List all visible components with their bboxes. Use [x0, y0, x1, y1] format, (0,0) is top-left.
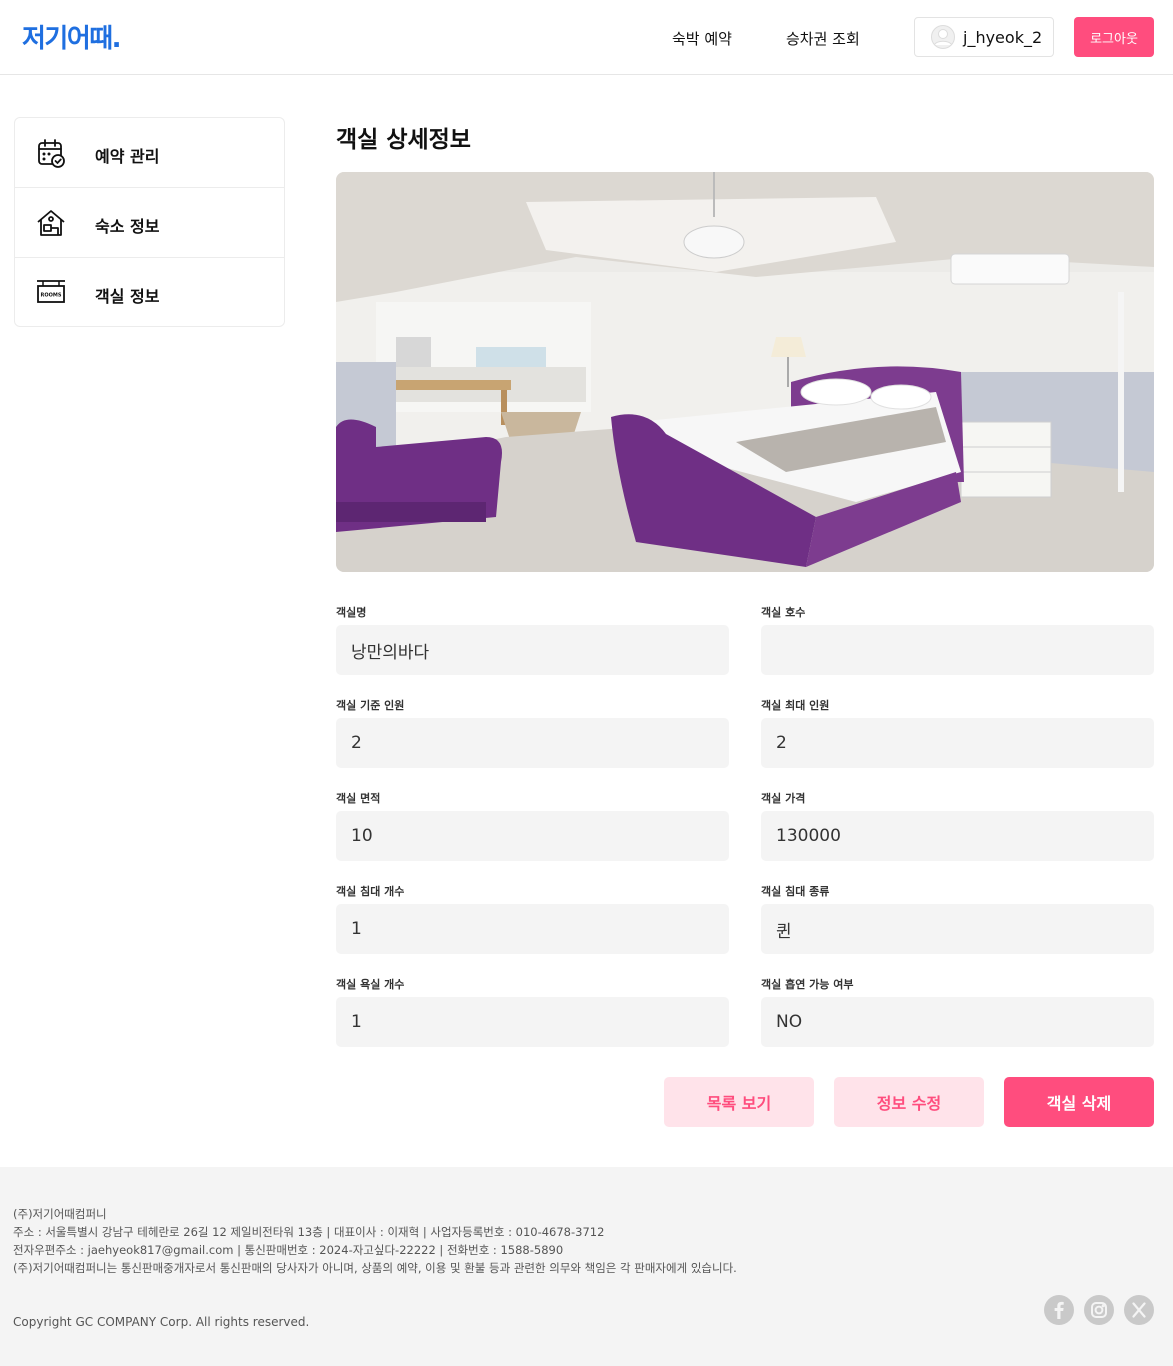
- user-avatar-icon: [931, 25, 955, 49]
- footer-copyright: Copyright GC COMPANY Corp. All rights re…: [13, 1315, 310, 1329]
- room-price-label: 객실 가격: [761, 792, 806, 805]
- bathroom-count-field: 1: [336, 997, 729, 1047]
- view-list-button[interactable]: 목록 보기: [664, 1077, 814, 1127]
- sidebar-item-accommodation-info[interactable]: 숙소 정보: [15, 188, 284, 258]
- room-name-field: 낭만의바다: [336, 625, 729, 675]
- room-number-label: 객실 호수: [761, 606, 806, 619]
- sidebar-item-label: 예약 관리: [95, 147, 160, 166]
- sidebar-item-reservation-management[interactable]: 예약 관리: [15, 118, 284, 188]
- smoking-allowed-label: 객실 흡연 가능 여부: [761, 978, 854, 991]
- page-title: 객실 상세정보: [336, 127, 471, 153]
- x-icon[interactable]: [1124, 1295, 1154, 1325]
- bed-count-label: 객실 침대 개수: [336, 885, 405, 898]
- max-occupancy-field: 2: [761, 718, 1154, 768]
- max-occupancy-label: 객실 최대 인원: [761, 699, 830, 712]
- smoking-allowed-field: NO: [761, 997, 1154, 1047]
- room-area-field: 10: [336, 811, 729, 861]
- bed-type-field: 퀸: [761, 904, 1154, 954]
- standard-occupancy-field: 2: [336, 718, 729, 768]
- standard-occupancy-label: 객실 기준 인원: [336, 699, 405, 712]
- logout-button[interactable]: 로그아웃: [1074, 17, 1154, 57]
- username: j_hyeok_2: [963, 27, 1043, 47]
- brand-logo[interactable]: 저기어때.: [22, 18, 122, 55]
- bed-type-label: 객실 침대 종류: [761, 885, 830, 898]
- room-price-field: 130000: [761, 811, 1154, 861]
- sidebar-item-label: 숙소 정보: [95, 217, 160, 236]
- footer-company-name: (주)저기어때컴퍼니: [13, 1207, 107, 1221]
- room-photo: [336, 172, 1154, 572]
- bed-count-field: 1: [336, 904, 729, 954]
- user-profile-button[interactable]: j_hyeok_2: [914, 17, 1054, 57]
- room-number-field: [761, 625, 1154, 675]
- room-photo-illustration: [336, 172, 1154, 572]
- sidebar-item-label: 객실 정보: [95, 287, 160, 306]
- bathroom-count-label: 객실 욕실 개수: [336, 978, 405, 991]
- calendar-check-icon: [38, 139, 65, 168]
- room-name-label: 객실명: [336, 606, 367, 619]
- house-icon: [37, 210, 65, 236]
- svg-text:ROOMS: ROOMS: [41, 293, 62, 299]
- nav-ticket-lookup[interactable]: 승차권 조회: [786, 28, 860, 49]
- sidebar-menu: 예약 관리 숙소 정보 ROOMS 객실 정보: [14, 117, 285, 327]
- footer-contact: 전자우편주소 : jaehyeok817@gmail.com | 통신판매번호 …: [13, 1243, 564, 1257]
- top-header: 저기어때. 숙박 예약 승차권 조회 j_hyeok_2 로그아웃: [0, 0, 1173, 75]
- footer-address: 주소 : 서울특별시 강남구 테헤란로 26길 12 제일비전타워 13층 | …: [13, 1225, 605, 1239]
- room-area-label: 객실 면적: [336, 792, 381, 805]
- sidebar-item-room-info[interactable]: ROOMS 객실 정보: [15, 258, 284, 328]
- footer-disclaimer: (주)저기어때컴퍼니는 통신판매중개자로서 통신판매의 당사자가 아니며, 상품…: [13, 1261, 737, 1275]
- delete-room-button[interactable]: 객실 삭제: [1004, 1077, 1154, 1127]
- edit-info-button[interactable]: 정보 수정: [834, 1077, 984, 1127]
- facebook-icon[interactable]: [1044, 1295, 1074, 1325]
- nav-accommodation-booking[interactable]: 숙박 예약: [672, 28, 732, 49]
- page-footer: (주)저기어때컴퍼니 주소 : 서울특별시 강남구 테헤란로 26길 12 제일…: [0, 1167, 1173, 1366]
- instagram-icon[interactable]: [1084, 1295, 1114, 1325]
- rooms-sign-icon: ROOMS: [37, 280, 65, 303]
